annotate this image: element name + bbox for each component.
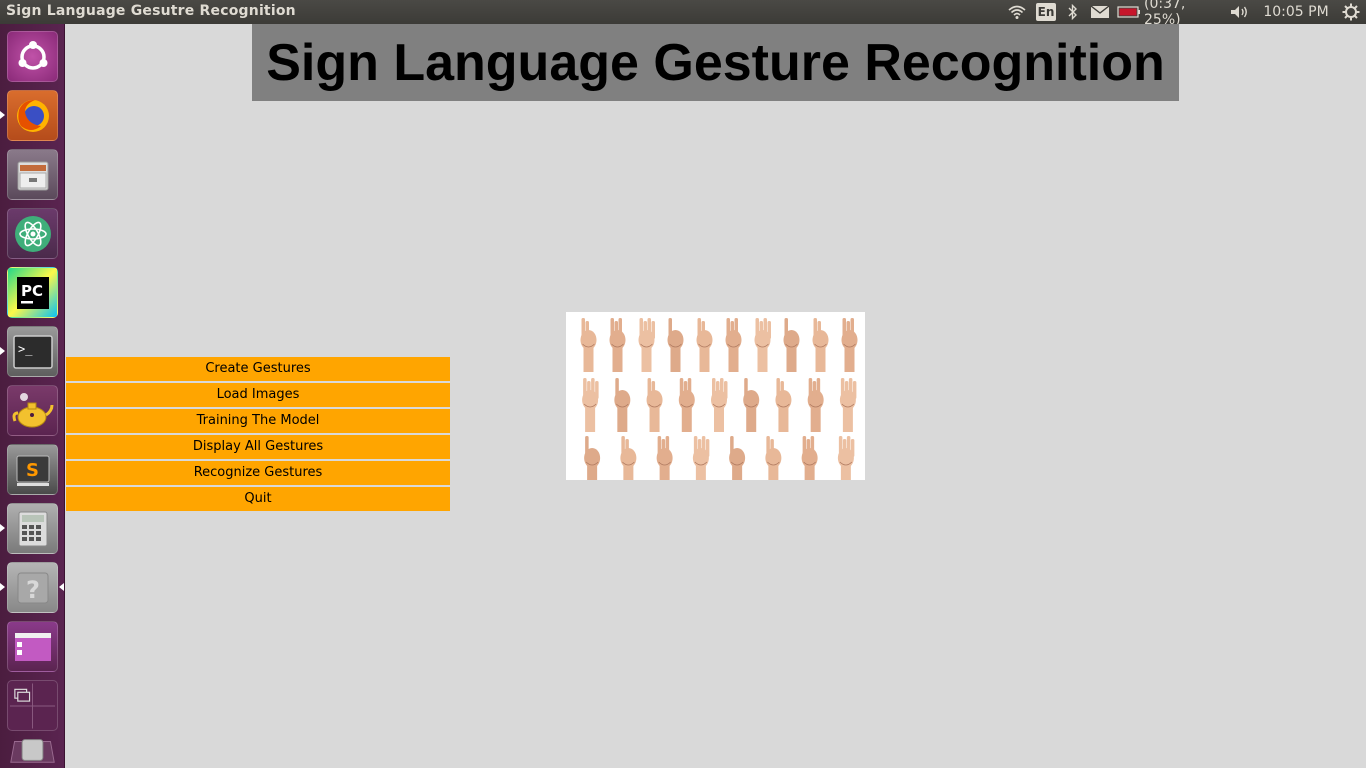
- hand-sign: [609, 318, 626, 372]
- bluetooth-icon[interactable]: [1060, 0, 1086, 24]
- genie-teapot-icon[interactable]: [7, 385, 58, 436]
- svg-text:>_: >_: [18, 342, 33, 356]
- trash-icon[interactable]: [7, 734, 58, 766]
- sign-language-hands-graphic: [580, 318, 858, 480]
- hand-sign: [775, 378, 792, 432]
- ubuntu-dash-icon[interactable]: [7, 31, 58, 82]
- hand-sign: [801, 436, 818, 480]
- hand-sign: [812, 318, 829, 372]
- app-window-icon[interactable]: [7, 621, 58, 672]
- svg-text:PC: PC: [21, 282, 43, 300]
- create-gestures-button[interactable]: Create Gestures: [66, 357, 450, 381]
- recognize-gestures-button[interactable]: Recognize Gestures: [66, 461, 450, 485]
- display-all-gestures-button[interactable]: Display All Gestures: [66, 435, 450, 459]
- files-icon[interactable]: [7, 149, 58, 200]
- hand-sign: [837, 436, 855, 480]
- quit-button[interactable]: Quit: [66, 487, 450, 511]
- page-title: Sign Language Gesture Recognition: [266, 33, 1165, 92]
- hand-sign: [711, 378, 728, 432]
- hand-sign: [678, 378, 695, 432]
- atom-icon[interactable]: [7, 208, 58, 259]
- clock[interactable]: 10:05 PM: [1256, 0, 1336, 24]
- hand-sign: [620, 436, 637, 480]
- firefox-icon[interactable]: [7, 90, 58, 141]
- hand-sign: [765, 436, 782, 480]
- main-menu: Create Gestures Load Images Training The…: [66, 357, 450, 513]
- sign-language-alphabet-image: [566, 312, 865, 480]
- heading-banner: Sign Language Gesture Recognition: [252, 24, 1179, 101]
- hand-sign: [584, 436, 601, 480]
- hand-sign: [646, 378, 663, 432]
- workspace-switcher-icon[interactable]: [7, 680, 58, 731]
- hand-sign: [667, 318, 684, 372]
- launcher: PC >_ S ?: [0, 24, 65, 768]
- hand-sign: [783, 318, 800, 372]
- battery-status: (0:37, 25%): [1144, 0, 1186, 28]
- hand-sign: [839, 378, 857, 432]
- hand-sign: [638, 318, 655, 372]
- battery-icon[interactable]: [1114, 0, 1144, 24]
- hand-sign: [692, 436, 710, 480]
- volume-icon[interactable]: [1224, 0, 1256, 24]
- hand-sign: [729, 436, 746, 480]
- pycharm-icon[interactable]: PC: [7, 267, 58, 318]
- hand-sign: [743, 378, 760, 432]
- hand-sign: [841, 318, 858, 372]
- hand-sign: [807, 378, 824, 432]
- keyboard-layout-indicator[interactable]: En: [1032, 0, 1060, 24]
- system-tray: En (0:37, 25%) 10:05 PM: [1002, 0, 1366, 28]
- terminal-icon[interactable]: >_: [7, 326, 58, 377]
- hand-sign: [614, 378, 631, 432]
- help-icon[interactable]: ?: [7, 562, 58, 613]
- hand-sign: [696, 318, 713, 372]
- svg-text:?: ?: [26, 576, 40, 604]
- hand-sign: [656, 436, 673, 480]
- load-images-button[interactable]: Load Images: [66, 383, 450, 407]
- wifi-icon[interactable]: [1002, 0, 1032, 24]
- mail-icon[interactable]: [1086, 0, 1114, 24]
- calculator-icon[interactable]: [7, 503, 58, 554]
- hand-sign: [580, 318, 597, 372]
- hand-sign: [754, 318, 771, 372]
- svg-text:S: S: [26, 460, 39, 481]
- gear-icon[interactable]: [1336, 0, 1366, 24]
- hand-sign: [582, 378, 599, 432]
- top-panel: Sign Language Gesutre Recognition En (0:…: [0, 0, 1366, 28]
- app-window: Sign Language Gesture Recognition Create…: [65, 24, 1366, 768]
- window-title: Sign Language Gesutre Recognition: [6, 3, 296, 19]
- sublime-text-icon[interactable]: S: [7, 444, 58, 495]
- hand-sign: [725, 318, 742, 372]
- training-model-button[interactable]: Training The Model: [66, 409, 450, 433]
